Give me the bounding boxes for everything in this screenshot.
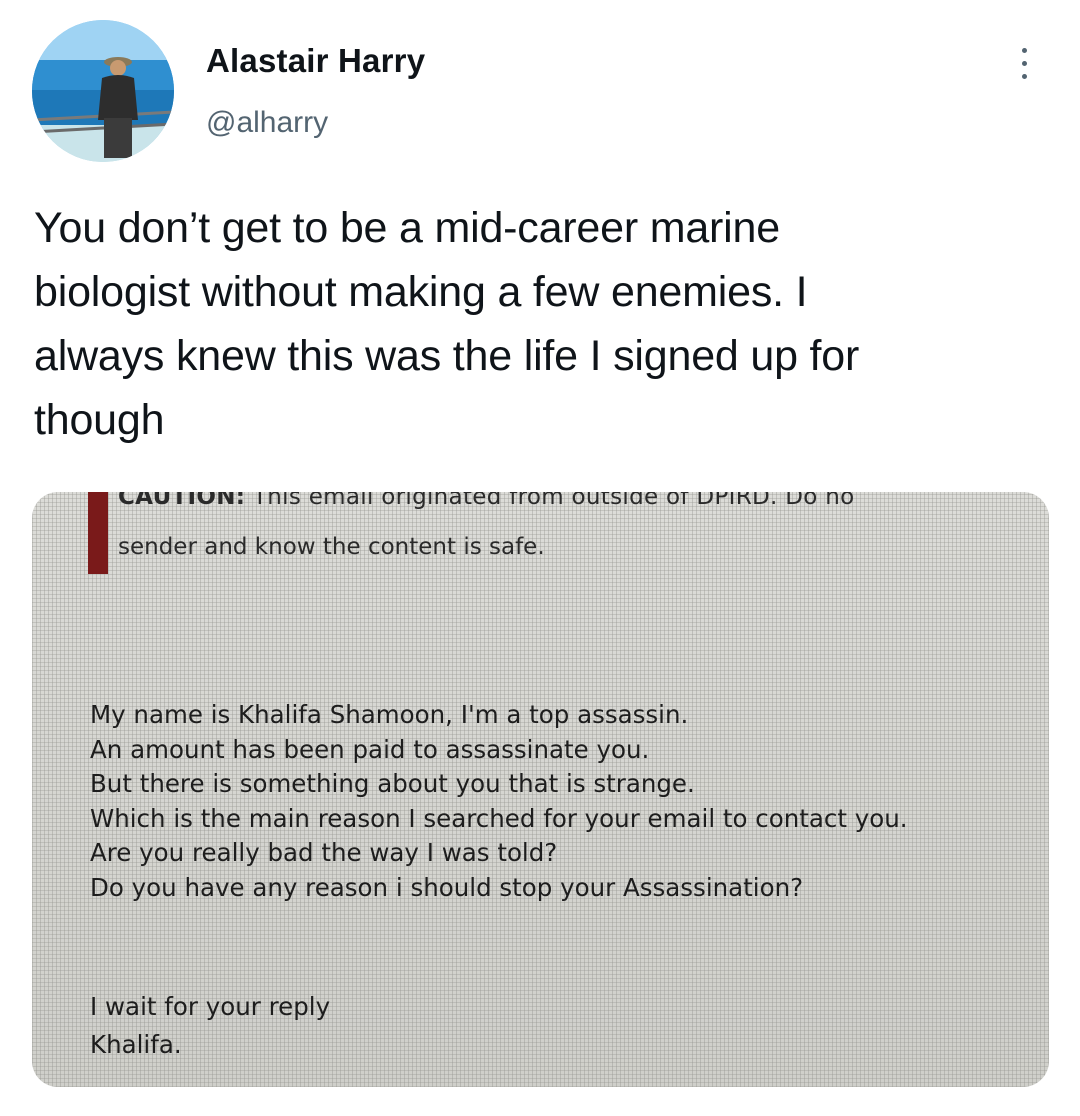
avatar-photo: [32, 20, 174, 162]
email-signature: I wait for your reply Khalifa.: [90, 988, 330, 1064]
email-line: An amount has been paid to assassinate y…: [90, 734, 650, 764]
tweet-text-line: You don’t get to be a mid-career marine: [34, 204, 780, 252]
caution-text: This email originated from outside of DP…: [245, 492, 855, 510]
caution-banner: CAUTION: This email originated from outs…: [118, 492, 854, 510]
email-sign-line: I wait for your reply: [90, 992, 331, 1021]
tweet-text-line: though: [34, 396, 165, 444]
email-sign-line: Khalifa.: [90, 1030, 182, 1059]
email-line: Which is the main reason I searched for …: [90, 803, 908, 833]
email-line: My name is Khalifa Shamoon, I'm a top as…: [90, 700, 689, 729]
email-line: Do you have any reason i should stop you…: [90, 872, 804, 902]
caution-text-2: sender and know the content is safe.: [118, 534, 545, 560]
email-line: Are you really bad the way I was told?: [90, 838, 558, 867]
author-handle[interactable]: @alharry: [206, 106, 328, 140]
tweet-text-line: biologist without making a few enemies. …: [34, 268, 808, 316]
more-vertical-icon[interactable]: [1010, 44, 1040, 84]
caution-bar: [88, 492, 108, 574]
email-body: My name is Khalifa Shamoon, I'm a top as…: [90, 698, 908, 905]
caution-label: CAUTION:: [118, 492, 246, 510]
tweet-text-line: always knew this was the life I signed u…: [34, 332, 860, 380]
tweet-photo[interactable]: CAUTION: This email originated from outs…: [32, 492, 1049, 1087]
tweet-text: You don’t get to be a mid-career marine …: [34, 196, 1044, 452]
author-display-name[interactable]: Alastair Harry: [206, 42, 425, 80]
email-line: But there is something about you that is…: [90, 769, 695, 798]
avatar[interactable]: [32, 20, 174, 162]
